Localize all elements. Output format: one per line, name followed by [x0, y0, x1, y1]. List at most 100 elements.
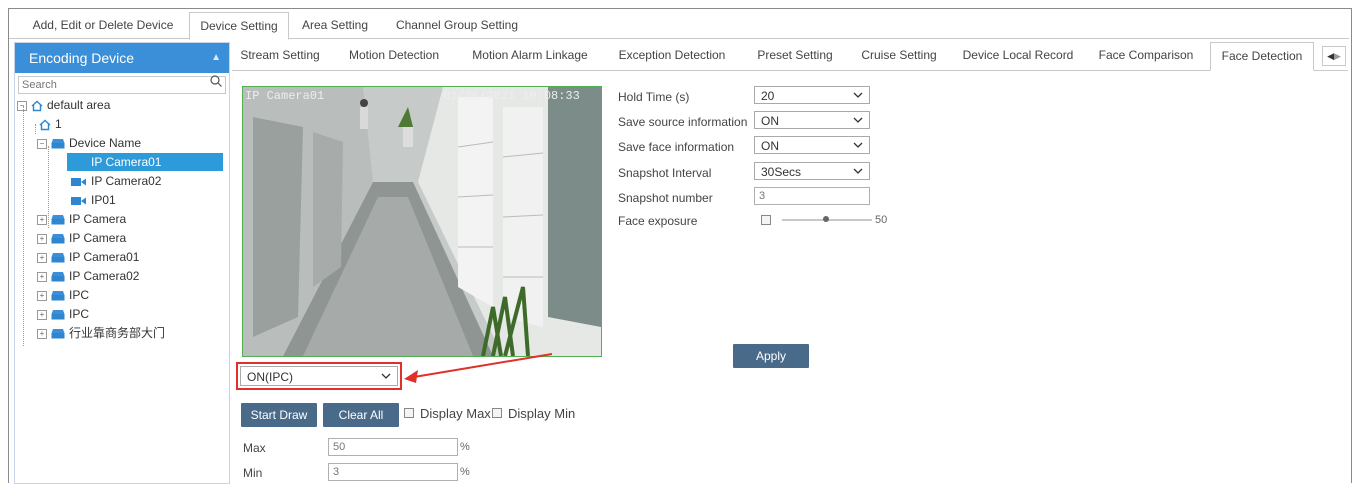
tree-node-ip-camera01-selected[interactable]: IP Camera01	[67, 153, 223, 171]
save-source-select[interactable]: ON	[754, 111, 870, 129]
arrow-right-icon[interactable]: ▶	[1334, 51, 1341, 61]
collapse-icon[interactable]: ▲	[211, 43, 221, 73]
tree-label: default area	[47, 98, 111, 112]
tab-motion-detection[interactable]: Motion Detection	[338, 42, 450, 69]
tree-node-group[interactable]: + 行业靠商务部大门	[37, 324, 165, 342]
home-icon	[39, 119, 51, 131]
tab-add-edit-delete-device[interactable]: Add, Edit or Delete Device	[23, 12, 183, 38]
tree-label: IP Camera02	[69, 269, 140, 283]
tab-device-local-record[interactable]: Device Local Record	[956, 42, 1080, 69]
tree-node-area-1[interactable]: 1	[39, 115, 62, 133]
expand-toggle-icon[interactable]: +	[37, 290, 47, 301]
chevron-down-icon	[853, 117, 863, 123]
min-label: Min	[243, 466, 263, 480]
max-input[interactable]: 50	[328, 438, 458, 456]
panel-title: Encoding Device	[29, 50, 135, 66]
search-input[interactable]	[19, 78, 195, 92]
tree-node-ip-camera02[interactable]: IP Camera02	[71, 172, 161, 190]
tab-motion-alarm-linkage[interactable]: Motion Alarm Linkage	[464, 42, 596, 69]
select-value: 30Secs	[761, 165, 802, 179]
collapse-toggle-icon[interactable]: −	[37, 138, 47, 149]
start-draw-button[interactable]: Start Draw	[241, 403, 317, 427]
tree-node-ip01[interactable]: IP01	[71, 191, 116, 209]
tree-label: IPC	[69, 307, 90, 321]
save-face-select[interactable]: ON	[754, 136, 870, 154]
min-input[interactable]: 3	[328, 463, 458, 481]
face-exposure-checkbox[interactable]	[761, 215, 771, 225]
tree-node-group[interactable]: + IP Camera	[37, 210, 126, 228]
snapshot-number-input[interactable]: 3	[754, 187, 870, 205]
hold-time-select[interactable]: 20	[754, 86, 870, 104]
nvr-device-icon	[51, 310, 65, 320]
nvr-device-icon	[51, 215, 65, 225]
expand-toggle-icon[interactable]: +	[37, 233, 47, 244]
chevron-down-icon	[853, 168, 863, 174]
annotation-arrow-icon	[404, 353, 553, 383]
select-value: ON(IPC)	[247, 370, 293, 384]
max-unit: %	[460, 441, 470, 453]
tree-label: IP01	[91, 193, 116, 207]
save-source-label: Save source information	[618, 115, 748, 129]
tree-label: IP Camera	[69, 231, 127, 245]
select-value: ON	[761, 139, 779, 153]
corridor-scene-image	[243, 87, 601, 356]
tree-label: Device Name	[69, 136, 142, 150]
tree-node-device-name[interactable]: − Device Name	[37, 134, 141, 152]
expand-toggle-icon[interactable]: +	[37, 271, 47, 282]
clear-all-button[interactable]: Clear All	[323, 403, 399, 427]
camera-icon	[71, 177, 86, 186]
tab-face-comparison[interactable]: Face Comparison	[1094, 42, 1198, 69]
select-value: 20	[761, 89, 775, 103]
min-unit: %	[460, 466, 470, 478]
display-min-label: Display Min	[508, 406, 576, 421]
arrow-left-icon[interactable]: ◀	[1327, 51, 1334, 61]
tab-scroll-arrows[interactable]: ◀▶	[1322, 46, 1346, 66]
chevron-down-icon	[853, 92, 863, 98]
tree-label: 1	[55, 117, 62, 131]
chevron-down-icon	[381, 373, 391, 379]
search-icon[interactable]	[210, 75, 222, 87]
tab-exception-detection[interactable]: Exception Detection	[612, 42, 732, 69]
collapse-toggle-icon[interactable]: −	[17, 100, 27, 111]
tree-node-group[interactable]: + IP Camera01	[37, 248, 139, 266]
nvr-device-icon	[51, 329, 65, 339]
chevron-down-icon	[853, 142, 863, 148]
display-min-checkbox[interactable]	[492, 408, 502, 418]
snapshot-interval-select[interactable]: 30Secs	[754, 162, 870, 180]
tree-node-default-area[interactable]: − default area	[17, 96, 110, 114]
tree-node-group[interactable]: + IP Camera	[37, 229, 126, 247]
nvr-device-icon	[51, 253, 65, 263]
device-search	[18, 75, 226, 94]
tree-label: 行业靠商务部大门	[69, 326, 166, 340]
tree-node-group[interactable]: + IP Camera02	[37, 267, 139, 285]
top-tab-bar: Add, Edit or Delete Device Device Settin…	[9, 12, 1349, 40]
tree-label: IP Camera01	[69, 250, 140, 264]
display-max-checkbox[interactable]	[404, 408, 414, 418]
tab-preset-setting[interactable]: Preset Setting	[748, 42, 842, 69]
tab-cruise-setting[interactable]: Cruise Setting	[854, 42, 944, 69]
expand-toggle-icon[interactable]: +	[37, 309, 47, 320]
tab-stream-setting[interactable]: Stream Setting	[234, 42, 326, 69]
nvr-device-icon	[51, 291, 65, 301]
expand-toggle-icon[interactable]: +	[37, 252, 47, 263]
tree-node-group[interactable]: + IPC	[37, 286, 89, 304]
panel-header: Encoding Device ▲	[15, 43, 229, 73]
tree-label: IP Camera	[69, 212, 127, 226]
tree-node-group[interactable]: + IPC	[37, 305, 89, 323]
face-exposure-slider-handle[interactable]	[823, 216, 829, 222]
tab-device-setting[interactable]: Device Setting	[189, 12, 289, 40]
tab-channel-group-setting[interactable]: Channel Group Setting	[389, 12, 525, 38]
nvr-device-icon	[51, 139, 65, 149]
hold-time-label: Hold Time (s)	[618, 90, 690, 104]
detection-mode-select[interactable]: ON(IPC)	[240, 366, 398, 386]
tab-face-detection[interactable]: Face Detection	[1210, 42, 1314, 71]
expand-toggle-icon[interactable]: +	[37, 214, 47, 225]
snapshot-number-label: Snapshot number	[618, 191, 713, 205]
tab-area-setting[interactable]: Area Setting	[295, 12, 375, 38]
video-preview[interactable]: IP Camera01 01/26/2021 10:08:33	[242, 86, 602, 357]
tree-label: IP Camera01	[91, 155, 162, 169]
expand-toggle-icon[interactable]: +	[37, 328, 47, 339]
home-icon	[31, 100, 43, 112]
apply-button[interactable]: Apply	[733, 344, 809, 368]
display-max-label: Display Max	[420, 406, 491, 421]
